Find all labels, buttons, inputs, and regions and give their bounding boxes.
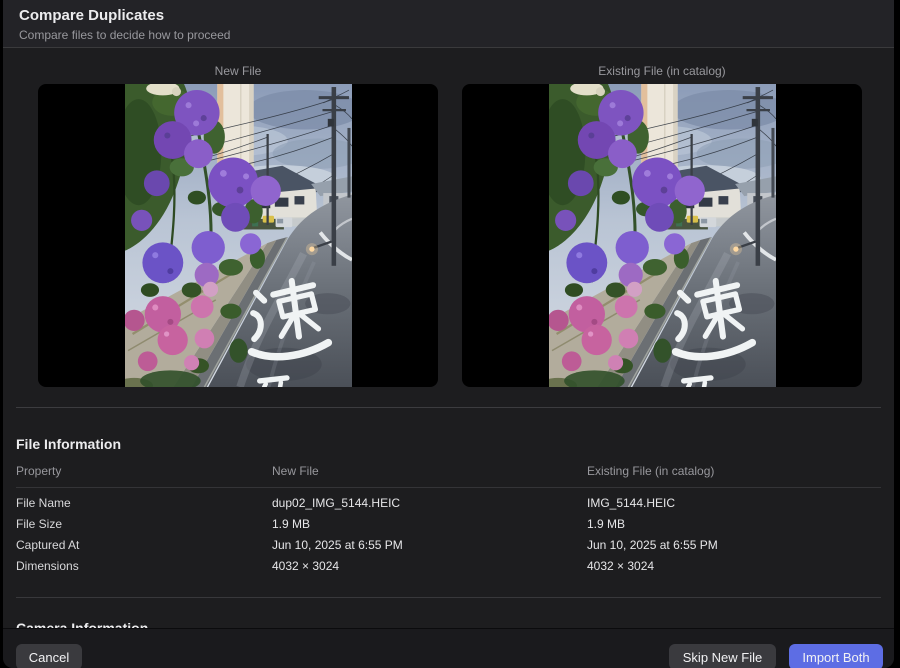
duplicate-photo <box>124 84 352 387</box>
compare-duplicates-dialog: Compare Duplicates Compare files to deci… <box>3 0 894 668</box>
table-row: Dimensions 4032 × 3024 4032 × 3024 <box>16 555 881 576</box>
table-body: File Name dup02_IMG_5144.HEIC IMG_5144.H… <box>16 492 881 576</box>
new-file-cell: Jun 10, 2025 at 6:55 PM <box>272 537 403 552</box>
existing-file-cell: 4032 × 3024 <box>587 558 655 573</box>
property-cell: File Name <box>16 495 71 510</box>
table-row: Captured At Jun 10, 2025 at 6:55 PM Jun … <box>16 534 881 555</box>
divider <box>16 407 881 408</box>
property-cell: Dimensions <box>16 558 79 573</box>
new-file-cell: 4032 × 3024 <box>272 558 340 573</box>
dialog-footer: Cancel Skip New File Import Both <box>3 628 894 668</box>
existing-file-panel: Existing File (in catalog) <box>462 65 862 387</box>
property-cell: File Size <box>16 516 63 531</box>
page-title: Compare Duplicates <box>19 7 165 24</box>
file-information-heading: File Information <box>16 436 121 452</box>
photo-building <box>216 84 254 169</box>
new-file-panel: New File <box>38 65 438 387</box>
new-file-cell: 1.9 MB <box>272 516 311 531</box>
divider <box>16 597 881 598</box>
table-row: File Name dup02_IMG_5144.HEIC IMG_5144.H… <box>16 492 881 513</box>
new-file-thumbnail <box>38 84 438 387</box>
col-header-property: Property <box>16 464 62 478</box>
photo-building <box>640 84 678 169</box>
import-both-button[interactable]: Import Both <box>789 644 883 668</box>
new-file-label: New File <box>214 64 262 78</box>
file-info-table: Property New File Existing File (in cata… <box>3 464 894 576</box>
table-row: File Size 1.9 MB 1.9 MB <box>16 513 881 534</box>
dialog-header: Compare Duplicates Compare files to deci… <box>3 0 894 48</box>
new-file-cell: dup02_IMG_5144.HEIC <box>272 495 401 510</box>
col-header-existing-file: Existing File (in catalog) <box>587 464 715 478</box>
comparison-panels: New File Existing File (in catalog) <box>3 65 894 387</box>
cancel-button[interactable]: Cancel <box>16 644 82 668</box>
duplicate-photo <box>548 84 776 387</box>
existing-file-thumbnail <box>462 84 862 387</box>
col-header-new-file: New File <box>272 464 319 478</box>
page-subtitle: Compare files to decide how to proceed <box>19 28 231 42</box>
existing-file-cell: Jun 10, 2025 at 6:55 PM <box>587 537 718 552</box>
existing-file-cell: 1.9 MB <box>587 516 626 531</box>
skip-new-file-button[interactable]: Skip New File <box>669 644 776 668</box>
existing-file-label: Existing File (in catalog) <box>598 64 726 78</box>
existing-file-cell: IMG_5144.HEIC <box>587 495 676 510</box>
property-cell: Captured At <box>16 537 80 552</box>
table-header-row: Property New File Existing File (in cata… <box>16 464 881 488</box>
